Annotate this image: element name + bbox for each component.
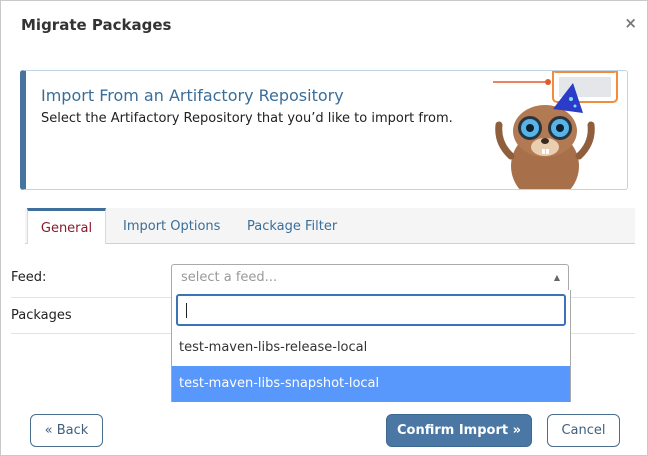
confirm-import-button[interactable]: Confirm Import » [386, 414, 532, 447]
back-button[interactable]: « Back [30, 414, 103, 447]
mascot-illustration [493, 71, 618, 189]
packages-label: Packages [11, 308, 72, 323]
tab-general[interactable]: General [27, 208, 106, 244]
close-icon[interactable]: × [624, 13, 637, 33]
dialog-title: Migrate Packages [21, 16, 172, 34]
feed-option[interactable]: test-maven-libs-release-local [172, 330, 570, 366]
cancel-button[interactable]: Cancel [547, 414, 620, 447]
feed-option[interactable]: test-maven-libs-snapshot-local [172, 366, 570, 402]
feed-select[interactable]: select a feed... ▲ [171, 264, 569, 291]
feed-search-input[interactable] [176, 294, 566, 326]
banner-description: Select the Artifactory Repository that y… [41, 111, 453, 126]
feed-select-placeholder: select a feed... [181, 270, 278, 285]
feed-dropdown: test-maven-libs-release-local test-maven… [171, 290, 571, 402]
tab-import-options[interactable]: Import Options [123, 208, 220, 243]
text-cursor [186, 303, 187, 318]
caret-up-icon: ▲ [553, 273, 560, 282]
feed-label: Feed: [11, 270, 47, 285]
import-info-banner: Import From an Artifactory Repository Se… [20, 70, 628, 190]
tab-package-filter[interactable]: Package Filter [247, 208, 337, 243]
tab-bar: General Import Options Package Filter [25, 208, 635, 244]
banner-title: Import From an Artifactory Repository [41, 86, 344, 105]
migrate-packages-dialog: Migrate Packages × Import From an Artifa… [0, 0, 648, 456]
